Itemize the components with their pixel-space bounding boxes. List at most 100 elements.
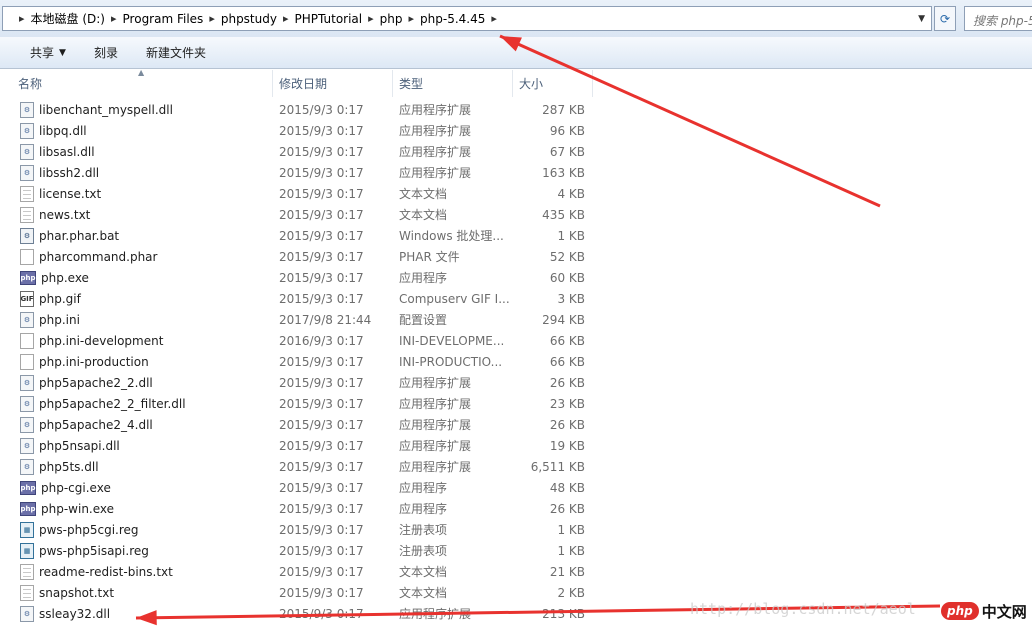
column-header-date[interactable]: 修改日期 (273, 70, 393, 97)
file-row[interactable]: ⚙ libsasl.dll 2015/9/3 0:17 应用程序扩展 67 KB (0, 141, 1032, 162)
file-row[interactable]: php php-cgi.exe 2015/9/3 0:17 应用程序 48 KB (0, 477, 1032, 498)
file-type: 应用程序扩展 (399, 439, 472, 453)
file-row[interactable]: pharcommand.phar 2015/9/3 0:17 PHAR 文件 52 K… (0, 246, 1032, 267)
breadcrumb-item[interactable]: phpstudy (221, 12, 277, 26)
new-folder-label: 新建文件夹 (145, 46, 206, 60)
breadcrumb-separator-icon[interactable]: ▸ (362, 12, 380, 25)
file-name-cell: php php-win.exe (0, 501, 273, 516)
file-row[interactable]: php php.exe 2015/9/3 0:17 应用程序 60 KB (0, 267, 1032, 288)
file-type: 配置设置 (399, 313, 448, 327)
file-type: 文本文档 (399, 208, 448, 222)
file-size: 96 KB (549, 123, 585, 138)
file-size: 163 KB (542, 165, 585, 180)
file-size: 66 KB (549, 333, 585, 348)
breadcrumb-separator-icon[interactable]: ▸ (485, 12, 503, 25)
file-row[interactable]: php.ini-development 2016/9/3 0:17 INI-DEVE… (0, 330, 1032, 351)
file-date: 2015/9/3 0:17 (279, 102, 364, 117)
file-name-cell: license.txt (0, 185, 273, 202)
breadcrumb-separator-icon[interactable]: ▸ (13, 12, 31, 25)
file-row[interactable]: ⚙ phar.phar.bat 2015/9/3 0:17 Windows 批处理..… (0, 225, 1032, 246)
breadcrumb-item[interactable]: php-5.4.45 (420, 12, 485, 26)
share-label: 共享 (30, 46, 55, 60)
registry-file-icon: ▦ (20, 521, 34, 538)
column-header-name[interactable]: ▲ 名称 (0, 68, 273, 97)
column-header-row: ▲ 名称 修改日期 类型 大小 (0, 68, 1032, 97)
file-size: 66 KB (549, 354, 585, 369)
file-row[interactable]: ⚙ php5ts.dll 2015/9/3 0:17 应用程序扩展 6,511 KB (0, 456, 1032, 477)
file-date: 2015/9/3 0:17 (279, 207, 364, 222)
file-row[interactable]: readme-redist-bins.txt 2015/9/3 0:17 文本文档 2… (0, 561, 1032, 582)
file-date: 2015/9/3 0:17 (279, 438, 364, 453)
file-date: 2015/9/3 0:17 (279, 459, 364, 474)
file-row[interactable]: GIF php.gif 2015/9/3 0:17 Compuserv GIF I..… (0, 288, 1032, 309)
file-name-cell: snapshot.txt (0, 584, 273, 601)
file-type: 应用程序 (399, 481, 448, 495)
search-input[interactable]: 搜索 php-5.4.45 (964, 6, 1032, 31)
file-row[interactable]: license.txt 2015/9/3 0:17 文本文档 4 KB (0, 183, 1032, 204)
breadcrumb-separator-icon[interactable]: ▸ (105, 12, 123, 25)
file-type: 文本文档 (399, 565, 448, 579)
column-header-size[interactable]: 大小 (513, 70, 593, 97)
dll-icon: ⚙ (20, 395, 34, 412)
file-row[interactable]: ⚙ php.ini 2017/9/8 21:44 配置设置 294 KB (0, 309, 1032, 330)
file-row[interactable]: ⚙ php5nsapi.dll 2015/9/3 0:17 应用程序扩展 19 KB (0, 435, 1032, 456)
file-type: 注册表项 (399, 544, 448, 558)
file-name-cell: ⚙ libssh2.dll (0, 164, 273, 181)
breadcrumb-item[interactable]: 本地磁盘 (D:) (31, 10, 105, 27)
file-row[interactable]: ▦ pws-php5cgi.reg 2015/9/3 0:17 注册表项 1 KB (0, 519, 1032, 540)
share-button[interactable]: 共享 ▼ (0, 37, 80, 68)
blank-file-icon (20, 248, 34, 265)
file-name: pws-php5isapi.reg (39, 543, 149, 558)
file-name: readme-redist-bins.txt (39, 564, 173, 579)
file-name-cell: readme-redist-bins.txt (0, 563, 273, 580)
sort-ascending-icon: ▲ (138, 68, 145, 77)
file-row[interactable]: ⚙ php5apache2_2.dll 2015/9/3 0:17 应用程序扩展 26 … (0, 372, 1032, 393)
file-type: 注册表项 (399, 523, 448, 537)
breadcrumb-separator-icon[interactable]: ▸ (277, 12, 295, 25)
breadcrumb-item[interactable]: php (380, 12, 403, 26)
refresh-button[interactable]: ⟳ (934, 6, 956, 31)
file-size: 26 KB (549, 417, 585, 432)
file-name-cell: ▦ pws-php5cgi.reg (0, 521, 273, 538)
dll-icon: ⚙ (20, 437, 34, 454)
watermark-text: http://blog.csdn.net/aeol (690, 600, 916, 618)
column-header-type[interactable]: 类型 (393, 70, 513, 97)
address-dropdown-icon[interactable]: ▼ (918, 14, 925, 24)
file-row[interactable]: ⚙ php5apache2_2_filter.dll 2015/9/3 0:17 应用… (0, 393, 1032, 414)
file-size: 48 KB (549, 480, 585, 495)
address-bar[interactable]: ▸ 本地磁盘 (D:) ▸ Program Files ▸ phpstudy ▸ PHPTut… (2, 6, 932, 31)
file-list: ⚙ libenchant_myspell.dll 2015/9/3 0:17 应用程序… (0, 99, 1032, 624)
file-row[interactable]: ⚙ php5apache2_4.dll 2015/9/3 0:17 应用程序扩展 26 … (0, 414, 1032, 435)
gif-image-icon: GIF (20, 290, 34, 307)
file-name-cell: ⚙ php5nsapi.dll (0, 437, 273, 454)
file-size: 52 KB (549, 249, 585, 264)
breadcrumb-item[interactable]: PHPTutorial (295, 12, 363, 26)
file-row[interactable]: ⚙ libenchant_myspell.dll 2015/9/3 0:17 应用程序… (0, 99, 1032, 120)
file-type: 应用程序扩展 (399, 103, 472, 117)
registry-file-icon: ▦ (20, 542, 34, 559)
file-row[interactable]: ⚙ libssh2.dll 2015/9/3 0:17 应用程序扩展 163 KB (0, 162, 1032, 183)
logo-php-text: php (941, 602, 979, 620)
file-name: license.txt (39, 186, 102, 201)
file-size: 1 KB (557, 522, 585, 537)
new-folder-button[interactable]: 新建文件夹 (132, 37, 220, 68)
file-type: 应用程序 (399, 502, 448, 516)
command-toolbar: 共享 ▼ 刻录 新建文件夹 (0, 37, 1032, 69)
file-size: 213 KB (542, 606, 585, 621)
php-exe-icon: php (20, 480, 36, 495)
file-name-cell: php php-cgi.exe (0, 480, 273, 495)
file-row[interactable]: ⚙ libpq.dll 2015/9/3 0:17 应用程序扩展 96 KB (0, 120, 1032, 141)
breadcrumb-separator-icon[interactable]: ▸ (403, 12, 421, 25)
file-row[interactable]: php.ini-production 2015/9/3 0:17 INI-PRODU… (0, 351, 1032, 372)
file-row[interactable]: ▦ pws-php5isapi.reg 2015/9/3 0:17 注册表项 1 KB (0, 540, 1032, 561)
file-size: 23 KB (549, 396, 585, 411)
file-type: 应用程序扩展 (399, 166, 472, 180)
refresh-icon: ⟳ (939, 11, 951, 26)
logo-cn-text: 中文网 (981, 602, 1027, 621)
breadcrumb-item[interactable]: Program Files (123, 12, 204, 26)
file-row[interactable]: news.txt 2015/9/3 0:17 文本文档 435 KB (0, 204, 1032, 225)
breadcrumb-separator-icon[interactable]: ▸ (203, 12, 221, 25)
file-row[interactable]: php php-win.exe 2015/9/3 0:17 应用程序 26 KB (0, 498, 1032, 519)
file-name: php5ts.dll (39, 459, 99, 474)
burn-button[interactable]: 刻录 (80, 37, 132, 68)
